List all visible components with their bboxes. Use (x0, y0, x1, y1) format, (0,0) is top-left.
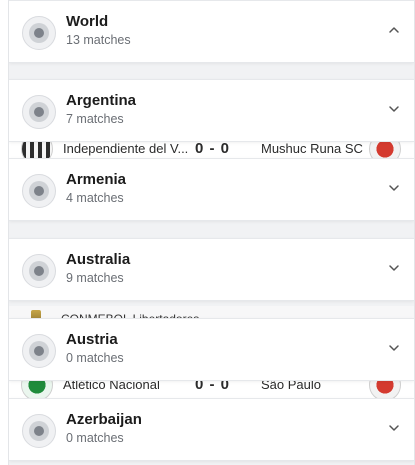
country-list: Independiente del V... 0 - 0 Mushuc Runa… (8, 0, 415, 465)
globe-icon (22, 95, 56, 129)
country-name: Armenia (66, 171, 127, 188)
country-name: Argentina (66, 92, 137, 109)
match-count: 0 matches (66, 351, 124, 365)
country-header-world[interactable]: World 13 matches (9, 0, 414, 63)
globe-icon (22, 16, 56, 50)
chevron-up-icon[interactable] (387, 23, 401, 37)
globe-icon (22, 254, 56, 288)
country-header-azerbaijan[interactable]: Azerbaijan 0 matches (9, 398, 414, 461)
country-name: Azerbaijan (66, 411, 142, 428)
away-team: Mushuc Runa SC (261, 140, 363, 156)
match-count: 7 matches (66, 112, 124, 126)
match-score: 0 - 0 (195, 139, 231, 157)
globe-icon (22, 414, 56, 448)
globe-icon (22, 174, 56, 208)
country-name: Australia (66, 251, 131, 268)
country-header-armenia[interactable]: Armenia 4 matches (9, 158, 414, 221)
country-header-austria[interactable]: Austria 0 matches (9, 318, 414, 381)
chevron-down-icon[interactable] (387, 102, 401, 116)
country-header-australia[interactable]: Australia 9 matches (9, 238, 414, 301)
chevron-down-icon[interactable] (387, 261, 401, 275)
country-name: World (66, 13, 109, 30)
chevron-down-icon[interactable] (387, 421, 401, 435)
match-count: 9 matches (66, 271, 124, 285)
country-header-argentina[interactable]: Argentina 7 matches (9, 79, 414, 142)
match-count: 4 matches (66, 191, 124, 205)
country-name: Austria (66, 331, 118, 348)
chevron-down-icon[interactable] (387, 181, 401, 195)
match-count: 0 matches (66, 431, 124, 445)
globe-icon (22, 334, 56, 368)
home-team: Independiente del V... (63, 140, 189, 156)
match-count: 13 matches (66, 33, 131, 47)
chevron-down-icon[interactable] (387, 341, 401, 355)
